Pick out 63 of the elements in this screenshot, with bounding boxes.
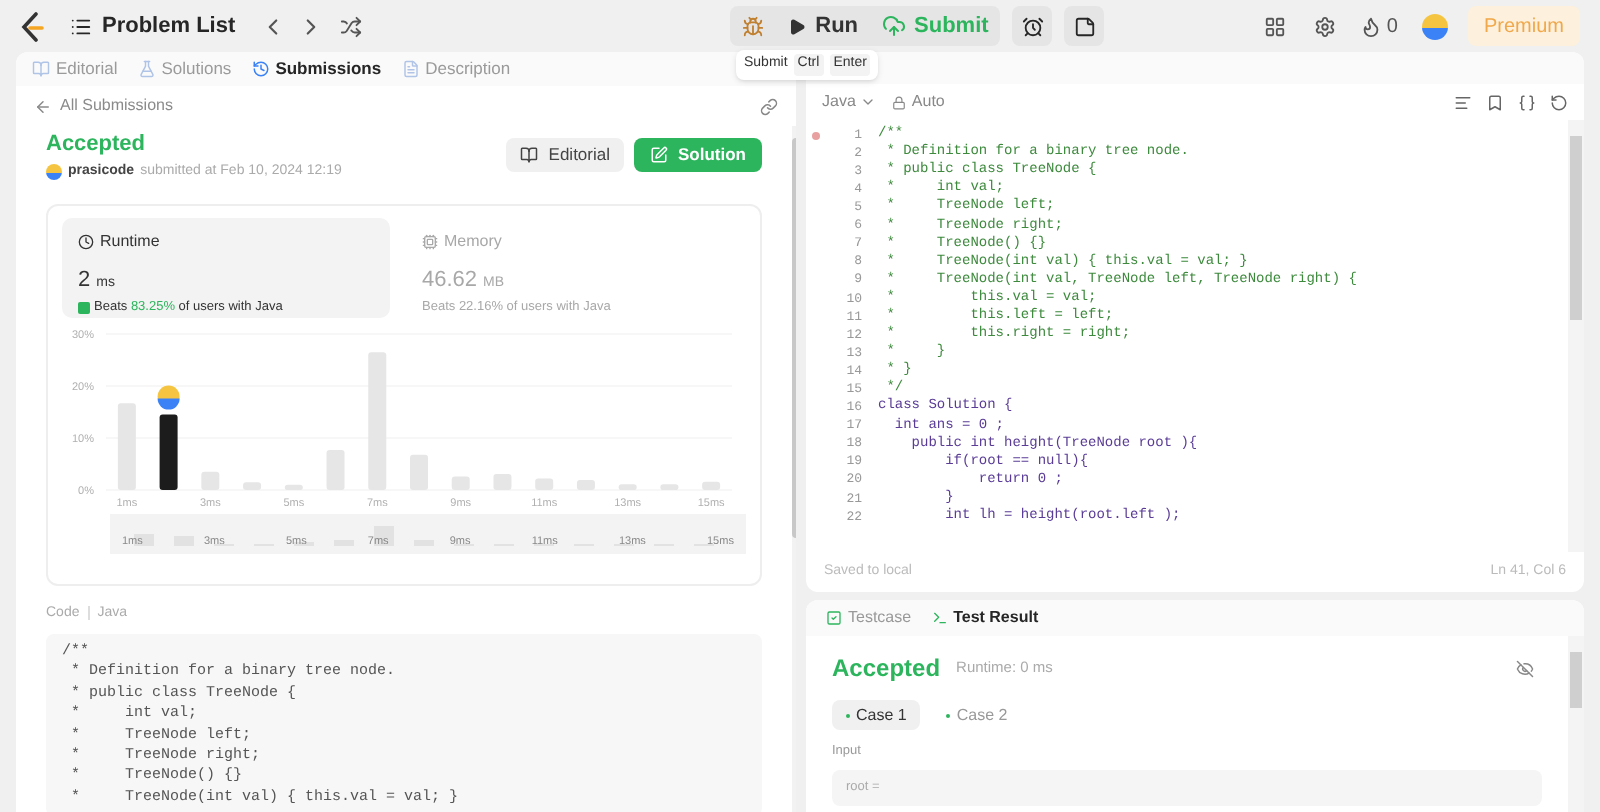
edit-icon — [650, 146, 668, 164]
caret-icon — [859, 94, 876, 110]
list-icon — [70, 15, 92, 37]
metric-value: 46.62 — [422, 265, 478, 295]
scrollbar[interactable] — [1568, 120, 1584, 552]
upload-icon — [882, 14, 907, 38]
panel-tab[interactable]: Editorial — [32, 56, 118, 82]
note-icon — [1073, 15, 1096, 37]
mode-label: Auto — [911, 90, 945, 114]
play-icon — [787, 17, 806, 35]
terminal-icon — [931, 610, 948, 626]
premium-button[interactable]: Premium — [1467, 6, 1580, 46]
metric-value: 2 — [78, 265, 91, 295]
result-status: Accepted — [832, 652, 941, 686]
streak-count: 0 — [1386, 13, 1398, 41]
eye-off-icon[interactable] — [1516, 659, 1534, 677]
solution-button[interactable]: Solution — [634, 138, 762, 172]
panel-tab[interactable]: Description — [401, 56, 511, 82]
tab-icon — [401, 60, 420, 78]
back-arrow-icon — [34, 97, 52, 115]
case-tab[interactable]: Case 1 — [832, 700, 921, 730]
panel-tab[interactable]: Solutions — [137, 56, 232, 82]
chip-icon — [422, 233, 438, 249]
lock-icon — [891, 95, 906, 109]
beats-icon — [78, 301, 90, 314]
checkbox-icon — [826, 610, 842, 626]
layout-icon[interactable] — [1264, 15, 1287, 37]
scrollbar[interactable] — [1568, 636, 1584, 812]
tab-icon — [137, 60, 156, 78]
timer-button[interactable] — [1012, 6, 1053, 46]
status-text: Accepted — [46, 130, 148, 158]
avatar-icon — [46, 164, 62, 181]
bookmark-icon[interactable] — [1486, 93, 1504, 111]
editorial-button[interactable]: Editorial — [506, 138, 624, 172]
tab-icon — [251, 60, 270, 78]
debug-icon[interactable] — [741, 15, 764, 37]
flame-icon[interactable] — [1360, 15, 1383, 37]
metric-label: Memory — [444, 229, 502, 253]
case-tab[interactable]: Case 2 — [932, 700, 1022, 730]
submit-button[interactable]: Submit — [870, 6, 1001, 46]
shuffle-icon[interactable] — [339, 15, 362, 37]
result-tab[interactable]: Test Result — [931, 606, 1039, 630]
settings-icon[interactable] — [1314, 15, 1337, 37]
run-button[interactable]: Run — [775, 6, 871, 46]
language-select[interactable]: Java — [822, 90, 876, 114]
alarm-clock-icon — [1021, 15, 1044, 37]
format-icon[interactable] — [1454, 93, 1472, 111]
metric-label: Runtime — [100, 229, 160, 253]
clock-icon — [78, 233, 94, 249]
book-icon — [520, 146, 539, 164]
notes-button[interactable] — [1064, 6, 1105, 46]
all-submissions-link[interactable]: All Submissions — [34, 94, 173, 118]
link-icon[interactable] — [760, 97, 778, 115]
panel-tab[interactable]: Submissions — [251, 56, 382, 82]
reset-icon[interactable] — [1550, 93, 1568, 111]
avatar-icon — [1421, 13, 1448, 39]
avatar-icon — [157, 384, 180, 409]
braces-icon[interactable] — [1518, 93, 1536, 111]
logo-icon[interactable] — [20, 11, 46, 41]
result-tab[interactable]: Testcase — [826, 606, 912, 630]
problem-list-button[interactable]: Problem List — [70, 9, 236, 43]
tab-icon — [32, 60, 50, 78]
bar — [159, 413, 178, 489]
